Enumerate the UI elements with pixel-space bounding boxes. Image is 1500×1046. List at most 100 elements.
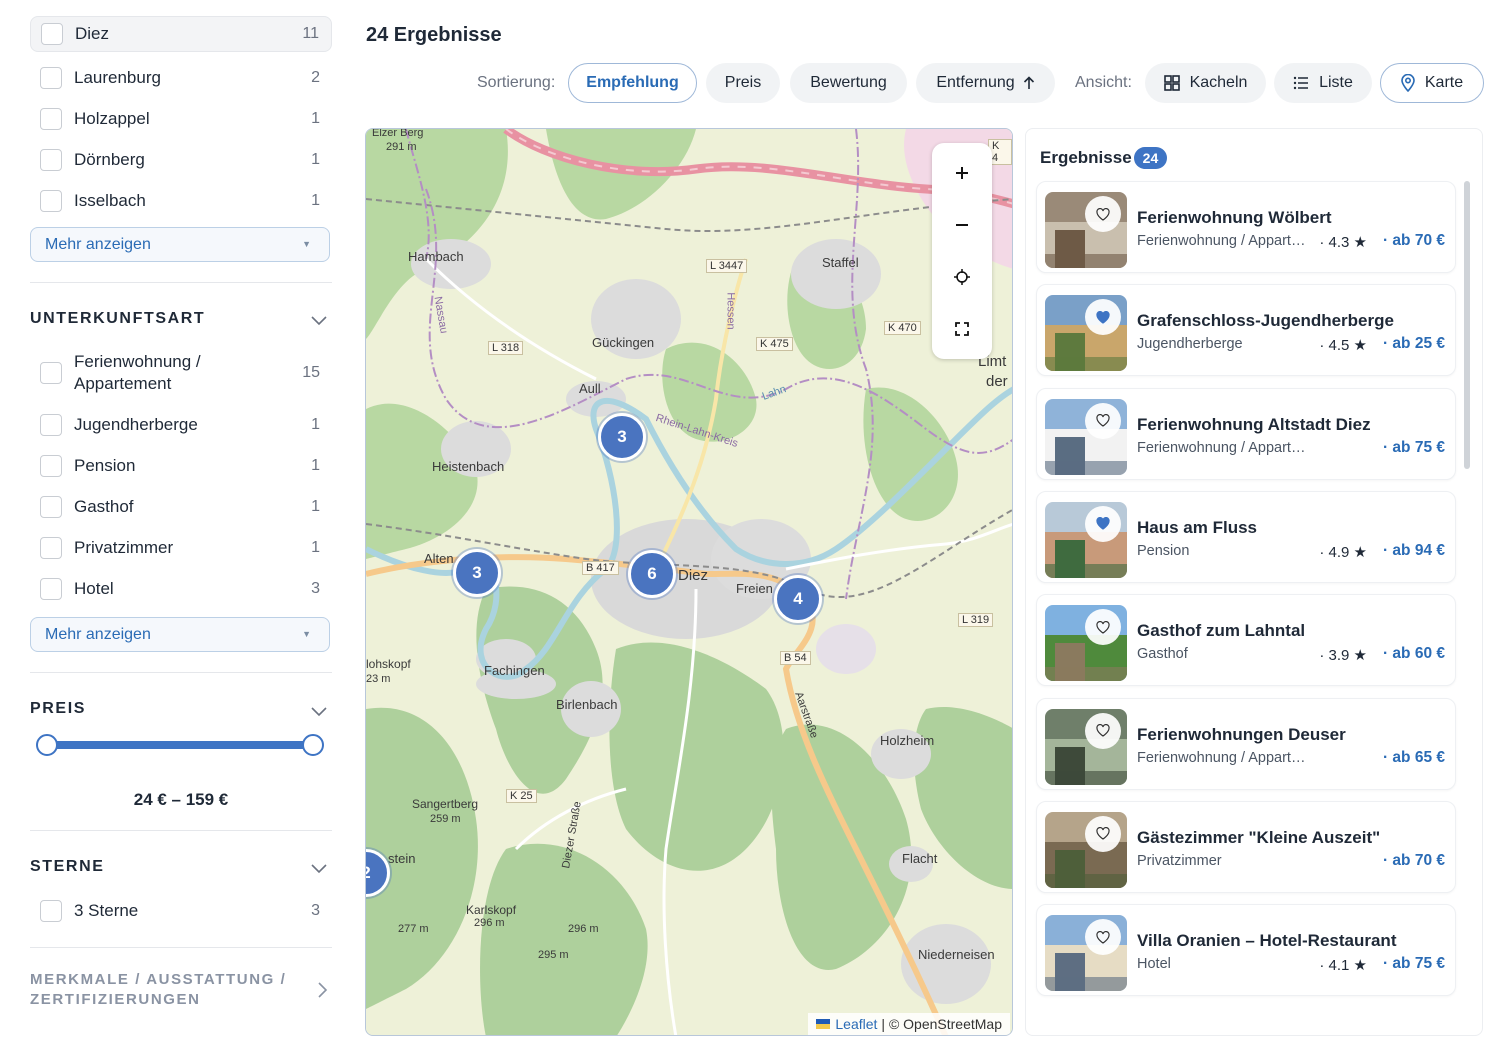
sort-option-label: Bewertung [810,74,887,91]
checkbox[interactable] [40,413,62,436]
list-icon [1293,76,1309,90]
favorite-button[interactable] [1085,815,1121,852]
checkbox[interactable] [40,189,62,212]
result-name[interactable]: Ferienwohnung Altstadt Diez [1137,415,1371,435]
checkbox[interactable] [40,577,62,600]
result-card[interactable]: Villa Oranien – Hotel-Restaurant Hotel · 4… [1036,904,1456,997]
filter-item-sterne[interactable]: 3 Sterne 3 [30,890,332,931]
map-place-label: stein [388,851,416,866]
fullscreen-button[interactable] [932,303,992,355]
map-pin-icon [1401,74,1415,92]
checkbox[interactable] [40,362,62,384]
result-price: · ab 70 € [1382,232,1445,249]
filter-item-ort[interactable]: Isselbach 1 [30,180,332,221]
filter-count: 3 [311,901,320,919]
favorite-button[interactable] [1085,402,1121,439]
favorite-button[interactable] [1085,196,1121,232]
map-place-label: Hambach [408,249,464,264]
filter-item-ort[interactable]: Holzappel 1 [30,98,332,139]
favorite-button[interactable] [1085,712,1121,749]
result-name[interactable]: Gästezimmer "Kleine Auszeit" [1137,828,1380,848]
filter-item-ort[interactable]: Diez 11 [30,16,332,52]
checkbox[interactable] [40,454,62,477]
view-option-kacheln[interactable]: Kacheln [1145,63,1266,103]
filter-item-unterkunftsart[interactable]: Privatzimmer 1 [30,527,332,568]
section-title-sterne: STERNE [30,858,105,875]
result-card[interactable]: Ferienwohnungen Deuser Ferienwohnung / Ap… [1036,697,1456,790]
filter-item-unterkunftsart[interactable]: Jugendherberge 1 [30,404,332,445]
show-more-button[interactable]: Mehr anzeigen ▼ [30,617,330,652]
filter-label: Diez [75,24,110,43]
favorite-button[interactable] [1085,609,1121,646]
filter-count: 1 [311,538,320,556]
checkbox[interactable] [40,899,62,922]
chevron-down-icon[interactable] [310,311,328,329]
favorite-button[interactable] [1085,919,1121,956]
scrollbar[interactable] [1464,181,1470,469]
filter-item-ort[interactable]: Dörnberg 1 [30,139,332,180]
map-place-label: Alten [424,551,454,566]
result-card[interactable]: Ferienwohnung Wölbert Ferienwohnung / App… [1036,181,1456,273]
leaflet-link[interactable]: Leaflet [835,1016,877,1032]
checkbox[interactable] [40,148,62,171]
sort-option-empfehlung[interactable]: Empfehlung [568,63,697,103]
map-place-label: Sangertberg [412,797,479,811]
view-option-liste[interactable]: Liste [1274,63,1372,103]
checkbox[interactable] [41,23,63,45]
chevron-down-icon[interactable] [310,702,328,720]
favorite-button[interactable] [1085,505,1121,542]
filter-count: 1 [311,191,320,209]
sort-option-preis[interactable]: Preis [706,63,780,103]
locate-button[interactable] [932,251,992,303]
heart-icon [1096,930,1110,944]
price-range-value: 24 € – 159 € [133,790,229,809]
result-name[interactable]: Grafenschloss-Jugendherberge [1137,311,1394,331]
result-name[interactable]: Ferienwohnungen Deuser [1137,725,1346,745]
map-place-label: Holzheim [880,733,935,748]
map-place-label: Aull [579,381,601,396]
chevron-down-icon[interactable] [310,859,328,877]
checkbox[interactable] [40,536,62,559]
map-cluster-marker[interactable]: 3 [598,413,646,461]
map-place-label: Hessen [724,292,737,330]
map-cluster-marker[interactable]: 3 [453,549,501,597]
filter-item-unterkunftsart[interactable]: Pension 1 [30,445,332,486]
filter-item-unterkunftsart[interactable]: Hotel 3 [30,568,332,609]
filter-sidebar: Diez 11 Laurenburg 2 Holzappel 1 Dörnber… [30,0,332,1046]
map-road-label: K 475 [756,337,793,351]
checkbox[interactable] [40,495,62,518]
price-slider-min-handle[interactable] [36,734,58,756]
map-cluster-marker[interactable]: 4 [774,575,822,623]
filter-label: Gasthof [74,496,134,516]
result-card[interactable]: Gästezimmer "Kleine Auszeit" Privatzimmer… [1036,800,1456,893]
sort-option-entfernung[interactable]: Entfernung [916,63,1055,103]
result-card[interactable]: Gasthof zum Lahntal Gasthof · 3.9 ★ · ab 60… [1036,594,1456,687]
price-slider[interactable] [36,734,324,756]
view-option-karte[interactable]: Karte [1380,63,1484,103]
divider [30,282,332,283]
sterne-filter-list: 3 Sterne 3 [30,890,332,931]
filter-item-unterkunftsart[interactable]: Gasthof 1 [30,486,332,527]
result-name[interactable]: Ferienwohnung Wölbert [1137,208,1332,228]
filter-label: Dörnberg [74,149,145,169]
divider [30,947,332,948]
show-more-button[interactable]: Mehr anzeigen ▼ [30,227,330,262]
map-place-label: Elzer Berg [372,128,424,139]
result-name[interactable]: Villa Oranien – Hotel-Restaurant [1137,931,1396,951]
zoom-in-button[interactable] [932,147,992,199]
result-card[interactable]: Grafenschloss-Jugendherberge Jugendherber… [1036,284,1456,377]
result-card[interactable]: Haus am Fluss Pension · 4.9 ★ · ab 94 € [1036,490,1456,583]
result-name[interactable]: Haus am Fluss [1137,518,1257,538]
sort-option-bewertung[interactable]: Bewertung [790,63,907,103]
result-card[interactable]: Ferienwohnung Altstadt Diez Ferienwohnung… [1036,387,1456,480]
filter-item-unterkunftsart[interactable]: Ferienwohnung / Appartement 15 [30,342,332,404]
zoom-out-button[interactable] [932,199,992,251]
result-price: · ab 70 € [1382,851,1445,869]
map-cluster-marker[interactable]: 6 [628,550,676,598]
map-view[interactable]: Elzer Berg 291 m Hambach Staffel Gücking… [365,128,1013,1036]
section-title-merkmale[interactable]: MERKMALE / AUSSTATTUNG / ZERTIFIZIERUNGE… [30,970,332,1010]
map-road-label: K 25 [506,789,537,803]
result-name[interactable]: Gasthof zum Lahntal [1137,621,1305,641]
price-slider-max-handle[interactable] [302,734,324,756]
checkbox[interactable] [40,107,62,130]
